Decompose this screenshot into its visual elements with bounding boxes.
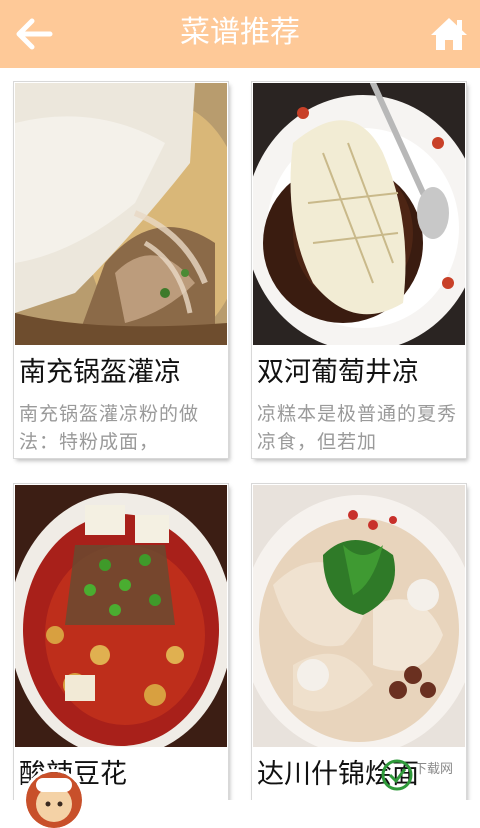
recipe-description: 凉糕本是极普通的夏秀凉食，但若加: [257, 403, 458, 453]
recipe-photo: [253, 485, 465, 747]
arrow-left-icon: [16, 18, 53, 50]
recipe-photo: [15, 83, 227, 345]
recipe-card[interactable]: 达川什锦烩面: [252, 484, 466, 800]
back-button[interactable]: [10, 14, 58, 54]
chef-avatar[interactable]: [26, 772, 82, 828]
recipe-photo: [15, 485, 227, 747]
watermark-text: 下载网: [414, 762, 454, 777]
watermark: 下载网: [380, 756, 480, 800]
watermark-logo-icon: [381, 759, 413, 791]
recipe-photo: [253, 83, 465, 345]
top-bar: 菜谱推荐: [0, 0, 480, 68]
recipe-card[interactable]: 双河葡萄井凉 凉糕本是极普通的夏秀凉食，但若加: [252, 82, 466, 458]
recipe-card[interactable]: 酸辣豆花: [14, 484, 228, 800]
recipe-description: 南充锅盔灌凉粉的做法：特粉成面，: [19, 403, 200, 453]
recipe-name: 南充锅盔灌凉: [19, 357, 181, 388]
house-icon: [431, 18, 467, 50]
recipe-card[interactable]: 南充锅盔灌凉 南充锅盔灌凉粉的做法：特粉成面，: [14, 82, 228, 458]
page-title: 菜谱推荐: [180, 15, 300, 50]
recipe-grid: 南充锅盔灌凉 南充锅盔灌凉粉的做法：特粉成面， 双河葡萄井凉 凉糕本是极普通的夏…: [0, 68, 480, 800]
recipe-name: 双河葡萄井凉: [257, 357, 419, 388]
home-button[interactable]: [428, 14, 470, 54]
